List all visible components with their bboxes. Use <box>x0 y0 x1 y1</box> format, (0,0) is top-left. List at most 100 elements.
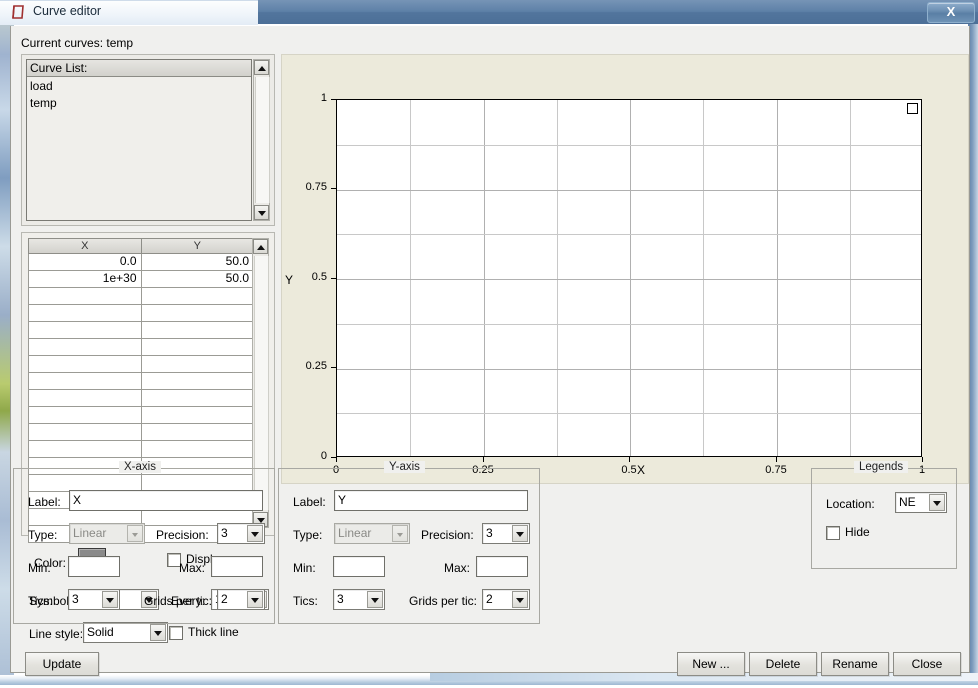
line-style-value: Solid <box>87 625 114 639</box>
chevron-down-icon[interactable] <box>127 525 143 542</box>
curve-list-scrollbar[interactable] <box>253 59 270 221</box>
x-precision-select[interactable]: 3 <box>217 523 265 544</box>
table-row[interactable] <box>28 339 254 356</box>
scroll-up-icon[interactable] <box>254 60 269 75</box>
grid-line-vertical <box>777 100 778 456</box>
cell-y[interactable] <box>141 322 255 339</box>
table-row[interactable] <box>28 305 254 322</box>
y-precision-select[interactable]: 3 <box>482 523 530 544</box>
legend-location-label: Location: <box>826 497 875 511</box>
chevron-down-icon[interactable] <box>929 494 945 511</box>
column-header-y[interactable]: Y <box>141 238 255 254</box>
legends-groupbox: Legends Location: NE Hide <box>811 468 957 569</box>
y-grids-select[interactable]: 2 <box>482 589 530 610</box>
cell-x[interactable] <box>28 424 141 441</box>
x-tick-mark <box>629 457 630 462</box>
cell-x[interactable] <box>28 322 141 339</box>
cell-x[interactable] <box>28 339 141 356</box>
chevron-down-icon[interactable] <box>247 525 263 542</box>
chevron-down-icon[interactable] <box>102 591 118 608</box>
grid-line-horizontal <box>337 234 921 235</box>
scroll-down-icon[interactable] <box>254 205 269 220</box>
cell-x[interactable] <box>28 288 141 305</box>
new-button[interactable]: New ... <box>677 652 745 676</box>
legend-hide-checkbox[interactable] <box>826 526 840 540</box>
cell-y[interactable] <box>141 356 255 373</box>
table-row[interactable] <box>28 424 254 441</box>
line-style-label: Line style: <box>29 627 83 641</box>
legend-location-select[interactable]: NE <box>895 492 947 513</box>
table-row[interactable] <box>28 407 254 424</box>
cell-x[interactable] <box>28 407 141 424</box>
table-row[interactable] <box>28 441 254 458</box>
cell-y[interactable]: 50.0 <box>141 254 255 271</box>
x-max-input[interactable] <box>211 556 263 577</box>
curve-list[interactable]: Curve List: load temp <box>26 59 252 221</box>
y-min-input[interactable] <box>333 556 385 577</box>
cell-x[interactable]: 1e+30 <box>28 271 141 288</box>
table-row[interactable] <box>28 356 254 373</box>
cell-y[interactable]: 50.0 <box>141 271 255 288</box>
scrollbar-track[interactable] <box>255 77 270 203</box>
y-tick-label: 0.5 <box>312 271 327 283</box>
x-min-input[interactable] <box>68 556 120 577</box>
cell-y[interactable] <box>141 373 255 390</box>
y-label-input[interactable]: Y <box>334 490 528 511</box>
cell-x[interactable]: 0.0 <box>28 254 141 271</box>
cell-y[interactable] <box>141 288 255 305</box>
delete-button[interactable]: Delete <box>749 652 817 676</box>
cell-x[interactable] <box>28 441 141 458</box>
y-axis-group-title: Y-axis <box>384 461 425 473</box>
x-type-select[interactable]: Linear <box>69 523 145 544</box>
window-close-button[interactable]: X <box>927 2 975 23</box>
thick-line-checkbox[interactable] <box>169 626 183 640</box>
cell-y[interactable] <box>141 441 255 458</box>
grid-line-vertical <box>410 100 411 456</box>
legend-marker-box[interactable] <box>907 103 918 114</box>
y-max-input[interactable] <box>476 556 528 577</box>
chevron-down-icon[interactable] <box>512 591 528 608</box>
cell-x[interactable] <box>28 305 141 322</box>
x-tick-mark <box>336 457 337 462</box>
y-tics-select[interactable]: 3 <box>333 589 385 610</box>
chevron-down-icon[interactable] <box>367 591 383 608</box>
list-item[interactable]: temp <box>27 95 251 112</box>
y-max-label: Max: <box>444 561 470 575</box>
line-style-select[interactable]: Solid <box>83 622 168 643</box>
cell-x[interactable] <box>28 356 141 373</box>
plot-grid-area[interactable] <box>336 99 922 457</box>
grid-line-horizontal <box>337 145 921 146</box>
y-type-select[interactable]: Linear <box>334 523 410 544</box>
table-row[interactable] <box>28 322 254 339</box>
update-button[interactable]: Update <box>25 652 99 676</box>
table-row[interactable]: 1e+3050.0 <box>28 271 254 288</box>
list-item[interactable]: load <box>27 78 251 95</box>
table-row[interactable] <box>28 390 254 407</box>
scroll-up-icon[interactable] <box>253 239 268 254</box>
cell-y[interactable] <box>141 424 255 441</box>
x-label-input[interactable]: X <box>69 490 263 511</box>
cell-y[interactable] <box>141 305 255 322</box>
table-row[interactable] <box>28 288 254 305</box>
plot-canvas[interactable]: 00.250.50.75100.250.50.751 X Y <box>281 54 969 484</box>
window-titlebar[interactable]: Curve editor X <box>0 0 978 24</box>
close-button[interactable]: Close <box>893 652 961 676</box>
x-grids-select[interactable]: 2 <box>217 589 265 610</box>
cell-x[interactable] <box>28 390 141 407</box>
cell-y[interactable] <box>141 390 255 407</box>
cell-y[interactable] <box>141 407 255 424</box>
y-axis-groupbox: Y-axis Label: Y Type: Linear Precision: … <box>278 468 540 624</box>
chevron-down-icon[interactable] <box>512 525 528 542</box>
table-row[interactable]: 0.050.0 <box>28 254 254 271</box>
cell-x[interactable] <box>28 373 141 390</box>
chevron-down-icon[interactable] <box>150 624 166 641</box>
rename-button[interactable]: Rename <box>821 652 889 676</box>
x-axis-groupbox: X-axis Label: X Type: Linear Precision: … <box>13 468 275 624</box>
column-header-x[interactable]: X <box>28 238 141 254</box>
table-row[interactable] <box>28 373 254 390</box>
cell-y[interactable] <box>141 339 255 356</box>
chevron-down-icon[interactable] <box>247 591 263 608</box>
x-tics-select[interactable]: 3 <box>68 589 120 610</box>
y-tick-label: 0 <box>321 450 327 462</box>
chevron-down-icon[interactable] <box>392 525 408 542</box>
